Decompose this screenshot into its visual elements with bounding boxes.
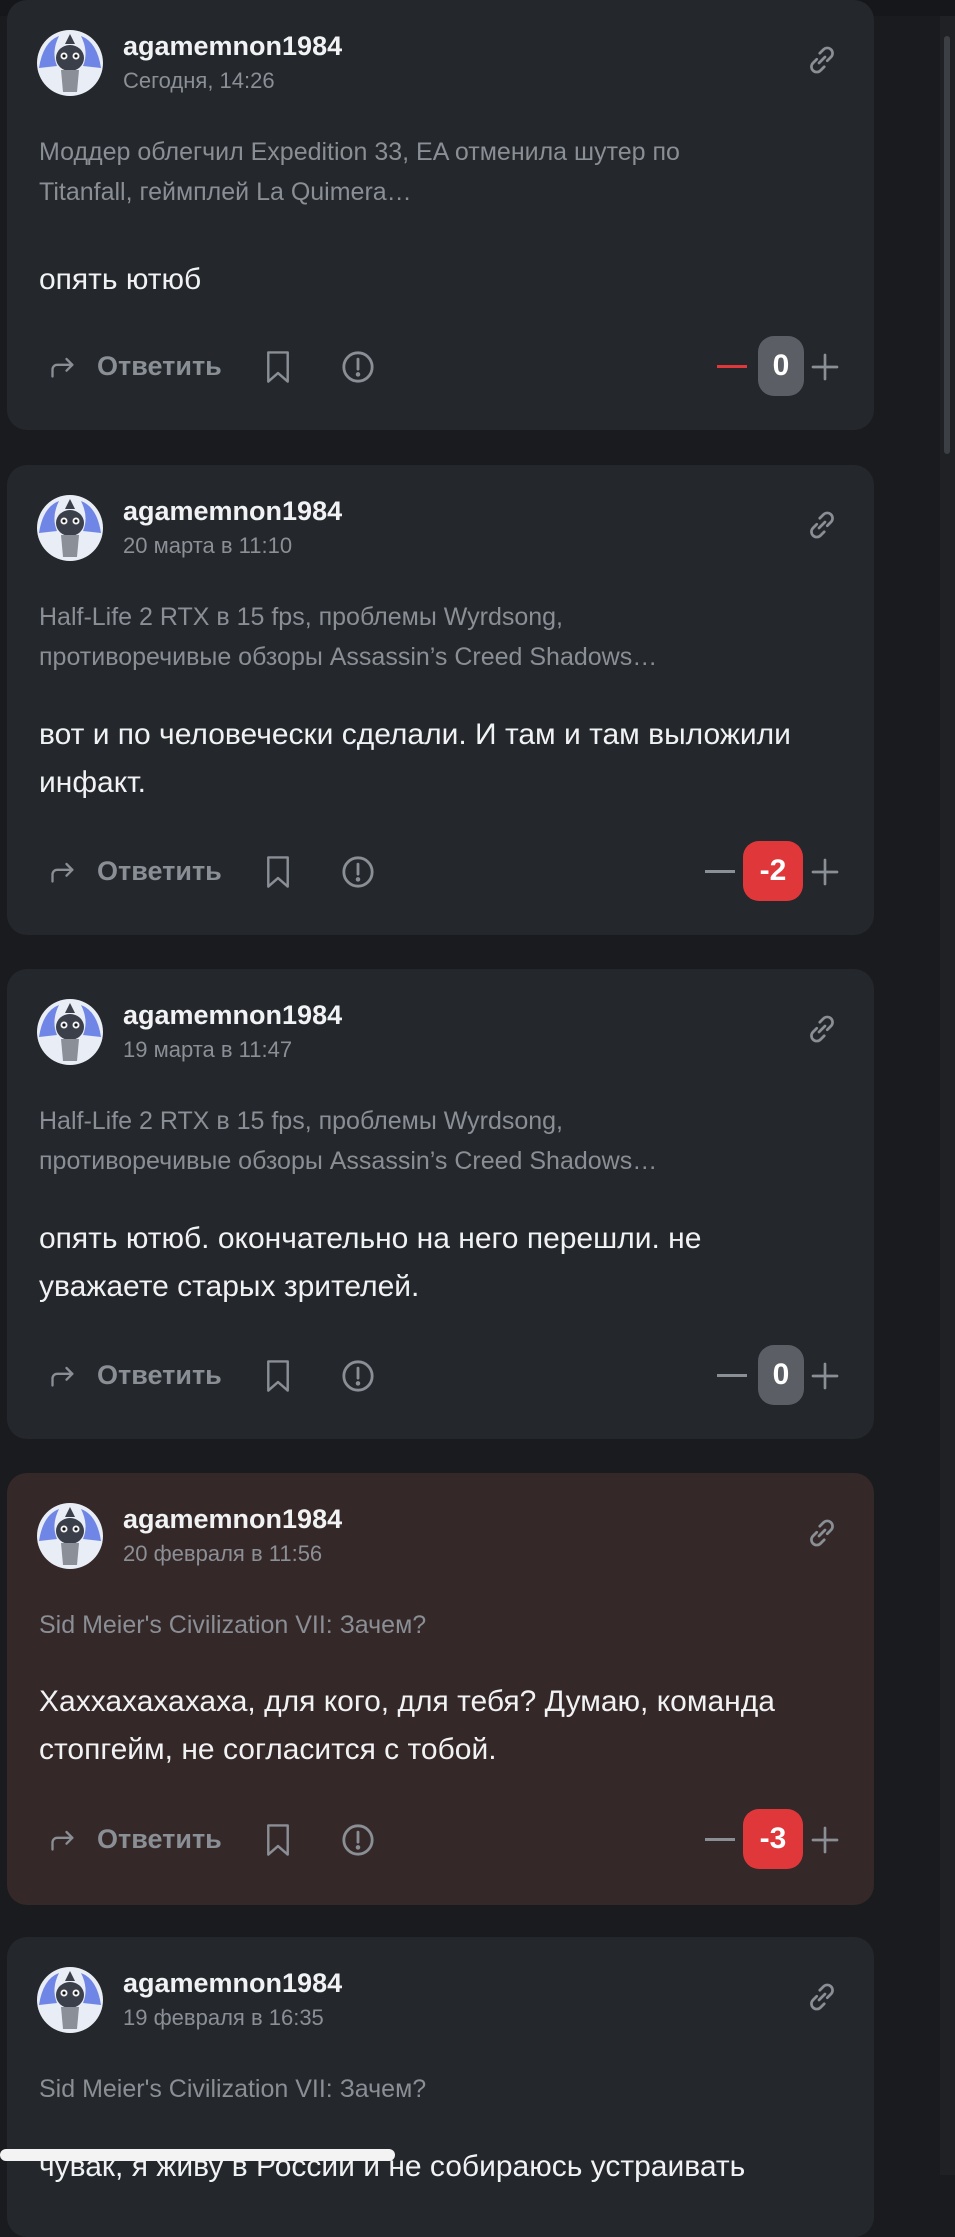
user-avatar[interactable] (37, 999, 103, 1065)
reply-arrow-icon[interactable] (49, 1825, 77, 1853)
comment-actions: Ответить -2 (39, 841, 844, 901)
bookmark-icon[interactable] (263, 1823, 293, 1857)
comment-date: Сегодня, 14:26 (123, 68, 275, 93)
link-icon[interactable] (804, 42, 840, 78)
news-source-link[interactable]: Half-Life 2 RTX в 15 fps, проблемы Wyrds… (39, 597, 739, 677)
comment-author[interactable]: agamemnon1984 (123, 1504, 342, 1535)
comment-author[interactable]: agamemnon1984 (123, 496, 342, 527)
reply-arrow-icon[interactable] (49, 857, 77, 885)
comment-date: 19 февраля в 16:35 (123, 2005, 324, 2030)
comment-card: agamemnon1984 19 марта в 11:47 Half-Life… (7, 969, 874, 1439)
reply-arrow-icon[interactable] (49, 1361, 77, 1389)
comment-text: вот и по человечески сделали. И там и та… (39, 718, 791, 799)
upvote-plus-icon[interactable] (809, 351, 841, 383)
news-source-link[interactable]: Sid Meier's Civilization VII: Зачем? (39, 2069, 739, 2109)
scrollbar-thumb[interactable] (944, 36, 950, 454)
downvote-minus-icon[interactable] (705, 870, 735, 873)
news-source-link[interactable]: Sid Meier's Civilization VII: Зачем? (39, 1605, 739, 1645)
user-avatar[interactable] (37, 1503, 103, 1569)
bookmark-icon[interactable] (263, 350, 293, 384)
comment-date: 20 февраля в 11:56 (123, 1541, 323, 1566)
link-icon[interactable] (804, 507, 840, 543)
upvote-plus-icon[interactable] (809, 1360, 841, 1392)
upvote-plus-icon[interactable] (809, 1824, 841, 1856)
link-icon[interactable] (804, 1011, 840, 1047)
comment-date: 19 марта в 11:47 (123, 1037, 293, 1062)
comment-actions: Ответить -3 (39, 1809, 844, 1869)
reply-button[interactable]: Ответить (97, 351, 222, 382)
rating-value: 0 (758, 1345, 804, 1405)
comment-text: опять ютюб. окончательно на него перешли… (39, 1222, 702, 1303)
news-source-link[interactable]: Half-Life 2 RTX в 15 fps, проблемы Wyrds… (39, 1101, 739, 1181)
comment-actions: Ответить 0 (39, 336, 844, 396)
home-indicator (0, 2149, 395, 2161)
comment-card: agamemnon1984 20 марта в 11:10 Half-Life… (7, 465, 874, 935)
user-avatar[interactable] (37, 495, 103, 561)
downvote-minus-icon[interactable] (717, 365, 747, 368)
rating-value: -2 (743, 841, 803, 901)
reply-arrow-icon[interactable] (49, 352, 77, 380)
comment-actions: Ответить 0 (39, 1345, 844, 1405)
exclamation-circle-icon[interactable] (341, 1359, 375, 1393)
exclamation-circle-icon[interactable] (341, 1823, 375, 1857)
comment-author[interactable]: agamemnon1984 (123, 1968, 342, 1999)
comment-text: опять ютюб (39, 263, 202, 296)
news-source-link[interactable]: Моддер облегчил Expedition 33, EA отмени… (39, 132, 739, 212)
bookmark-icon[interactable] (263, 1359, 293, 1393)
upvote-plus-icon[interactable] (809, 856, 841, 888)
comment-text: Хаххахахахаха, для кого, для тебя? Думаю… (39, 1685, 775, 1766)
comment-author[interactable]: agamemnon1984 (123, 1000, 342, 1031)
reply-button[interactable]: Ответить (97, 1824, 222, 1855)
link-icon[interactable] (804, 1979, 840, 2015)
bookmark-icon[interactable] (263, 855, 293, 889)
comment-card: agamemnon1984 19 февраля в 16:35 Sid Mei… (7, 1937, 874, 2237)
reply-button[interactable]: Ответить (97, 856, 222, 887)
exclamation-circle-icon[interactable] (341, 855, 375, 889)
link-icon[interactable] (804, 1515, 840, 1551)
user-avatar[interactable] (37, 1967, 103, 2033)
downvote-minus-icon[interactable] (717, 1374, 747, 1377)
user-avatar[interactable] (37, 30, 103, 96)
rating-value: 0 (758, 336, 804, 396)
comment-card: agamemnon1984 Сегодня, 14:26 Моддер обле… (7, 0, 874, 430)
exclamation-circle-icon[interactable] (341, 350, 375, 384)
rating-value: -3 (743, 1809, 803, 1869)
comment-author[interactable]: agamemnon1984 (123, 31, 342, 62)
downvote-minus-icon[interactable] (705, 1838, 735, 1841)
comment-date: 20 марта в 11:10 (123, 533, 293, 558)
reply-button[interactable]: Ответить (97, 1360, 222, 1391)
comment-card: agamemnon1984 20 февраля в 11:56 Sid Mei… (7, 1473, 874, 1905)
